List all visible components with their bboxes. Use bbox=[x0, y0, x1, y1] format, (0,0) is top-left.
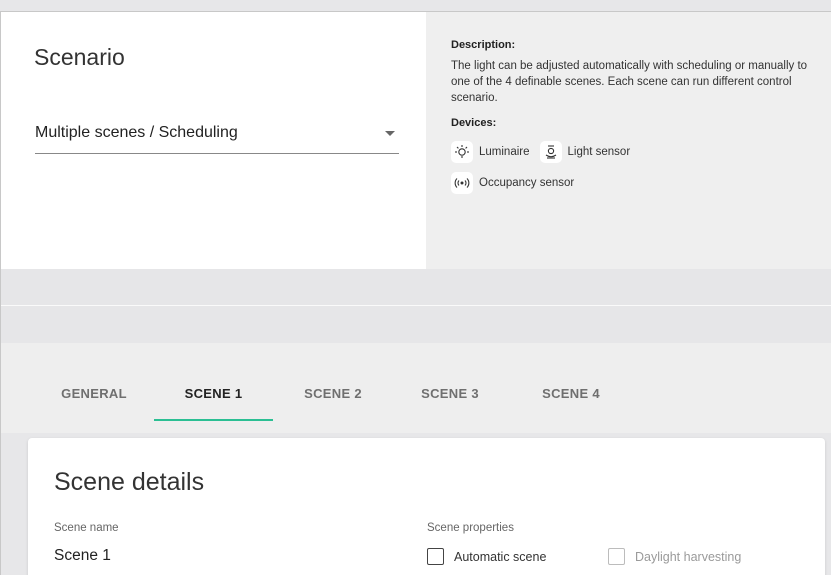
tab-scene-2[interactable]: SCENE 2 bbox=[291, 385, 375, 421]
device-label: Light sensor bbox=[567, 146, 631, 158]
scenario-select-value: Multiple scenes / Scheduling bbox=[35, 124, 238, 141]
automatic-scene-label: Automatic scene bbox=[454, 549, 547, 564]
tab-bar: GENERAL SCENE 1 SCENE 2 SCENE 3 SCENE 4 bbox=[1, 343, 831, 433]
tab-scene-3[interactable]: SCENE 3 bbox=[408, 385, 492, 421]
automatic-scene-checkbox[interactable] bbox=[427, 548, 444, 565]
spacer-band bbox=[1, 269, 831, 343]
automatic-scene-option[interactable]: Automatic scene bbox=[427, 548, 546, 565]
dropdown-caret-icon bbox=[385, 131, 395, 136]
device-label: Occupancy sensor bbox=[479, 177, 575, 189]
luminaire-icon bbox=[451, 141, 473, 163]
scene-name-label: Scene name bbox=[54, 522, 119, 534]
scenario-select[interactable]: Multiple scenes / Scheduling bbox=[35, 121, 399, 154]
device-label: Luminaire bbox=[479, 146, 530, 158]
tab-general[interactable]: GENERAL bbox=[54, 385, 134, 421]
tab-scene-1[interactable]: SCENE 1 bbox=[154, 385, 273, 421]
divider bbox=[1, 305, 831, 306]
scene-details-title: Scene details bbox=[54, 468, 205, 496]
daylight-harvesting-option: Daylight harvesting bbox=[608, 548, 741, 565]
devices-heading: Devices: bbox=[451, 117, 497, 129]
daylight-harvesting-checkbox bbox=[608, 548, 625, 565]
scene-name-input[interactable]: Scene 1 bbox=[54, 543, 366, 575]
devices-row: Occupancy sensor bbox=[451, 172, 831, 194]
description-heading: Description: bbox=[451, 39, 516, 51]
scene-details-card: Scene details Scene name Scene 1 Scene p… bbox=[28, 438, 825, 575]
scene-properties-label: Scene properties bbox=[427, 522, 514, 534]
device-luminaire: Luminaire bbox=[451, 141, 530, 163]
device-light-sensor: Light sensor bbox=[539, 141, 631, 163]
daylight-harvesting-label: Daylight harvesting bbox=[635, 549, 742, 564]
occupancy-sensor-icon bbox=[451, 172, 473, 194]
description-panel: Description: The light can be adjusted a… bbox=[426, 12, 831, 269]
scenario-card: Scenario Multiple scenes / Scheduling De… bbox=[1, 12, 831, 269]
scenario-panel: Scenario Multiple scenes / Scheduling bbox=[1, 12, 426, 269]
light-sensor-icon bbox=[539, 141, 562, 163]
scenario-title: Scenario bbox=[34, 44, 125, 70]
description-text: The light can be adjusted automatically … bbox=[451, 60, 808, 104]
tab-scene-4[interactable]: SCENE 4 bbox=[529, 385, 613, 421]
device-occupancy-sensor: Occupancy sensor bbox=[451, 172, 574, 194]
devices-row: Luminaire Light sensor bbox=[451, 141, 831, 163]
page-frame: Scenario Multiple scenes / Scheduling De… bbox=[0, 11, 831, 575]
